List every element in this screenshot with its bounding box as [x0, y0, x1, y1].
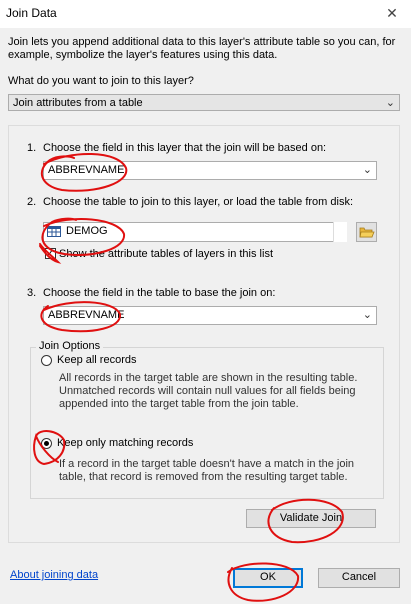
about-joining-data-link[interactable]: About joining data [10, 569, 98, 581]
join-question: What do you want to join to this layer? [8, 75, 194, 87]
window-title: Join Data [6, 6, 57, 20]
step1-number: 1. [27, 142, 37, 154]
step3-label: Choose the field in the table to base th… [43, 287, 276, 299]
dropdown-spacer [333, 222, 347, 242]
keep-all-description: All records in the target table are show… [59, 372, 358, 410]
step1-label: Choose the field in this layer that the … [43, 142, 327, 154]
intro-text: Join lets you append additional data to … [8, 36, 396, 61]
join-field-value: ABBREVNAME [48, 309, 125, 321]
chevron-down-icon[interactable]: ⌄ [363, 308, 372, 322]
join-type-dropdown[interactable]: Join attributes from a table ⌄ [8, 94, 400, 111]
chevron-down-icon[interactable]: ⌄ [386, 96, 395, 110]
chevron-down-icon[interactable]: ⌄ [363, 163, 372, 177]
step2-number: 2. [27, 196, 37, 208]
step2-label: Choose the table to join to this layer, … [43, 196, 354, 208]
open-folder-icon [359, 227, 375, 238]
join-table-value: DEMOG [66, 225, 108, 237]
layer-field-value: ABBREVNAME [48, 164, 125, 176]
keep-matching-radio[interactable] [41, 438, 52, 449]
table-icon [47, 226, 61, 237]
ok-button[interactable]: OK [233, 568, 303, 588]
browse-button[interactable] [356, 222, 377, 242]
keep-matching-label[interactable]: Keep only matching records [57, 437, 193, 449]
show-attribute-tables-checkbox[interactable]: ✓ [45, 248, 56, 259]
keep-all-label[interactable]: Keep all records [57, 354, 137, 366]
join-options-legend: Join Options [36, 340, 104, 352]
close-icon[interactable]: ✕ [383, 4, 401, 22]
validate-join-button[interactable]: Validate Join [246, 509, 376, 528]
cancel-button[interactable]: Cancel [318, 568, 400, 588]
keep-matching-description: If a record in the target table doesn't … [59, 458, 355, 483]
title-bar [0, 0, 411, 28]
layer-field-dropdown[interactable]: ABBREVNAME ⌄ [43, 161, 377, 180]
show-attribute-tables-label: Show the attribute tables of layers in t… [59, 248, 273, 260]
join-type-value: Join attributes from a table [13, 97, 143, 109]
join-field-dropdown[interactable]: ABBREVNAME ⌄ [43, 306, 377, 325]
step3-number: 3. [27, 287, 37, 299]
join-table-dropdown[interactable]: DEMOG ⌄ [43, 222, 346, 242]
keep-all-radio[interactable] [41, 355, 52, 366]
